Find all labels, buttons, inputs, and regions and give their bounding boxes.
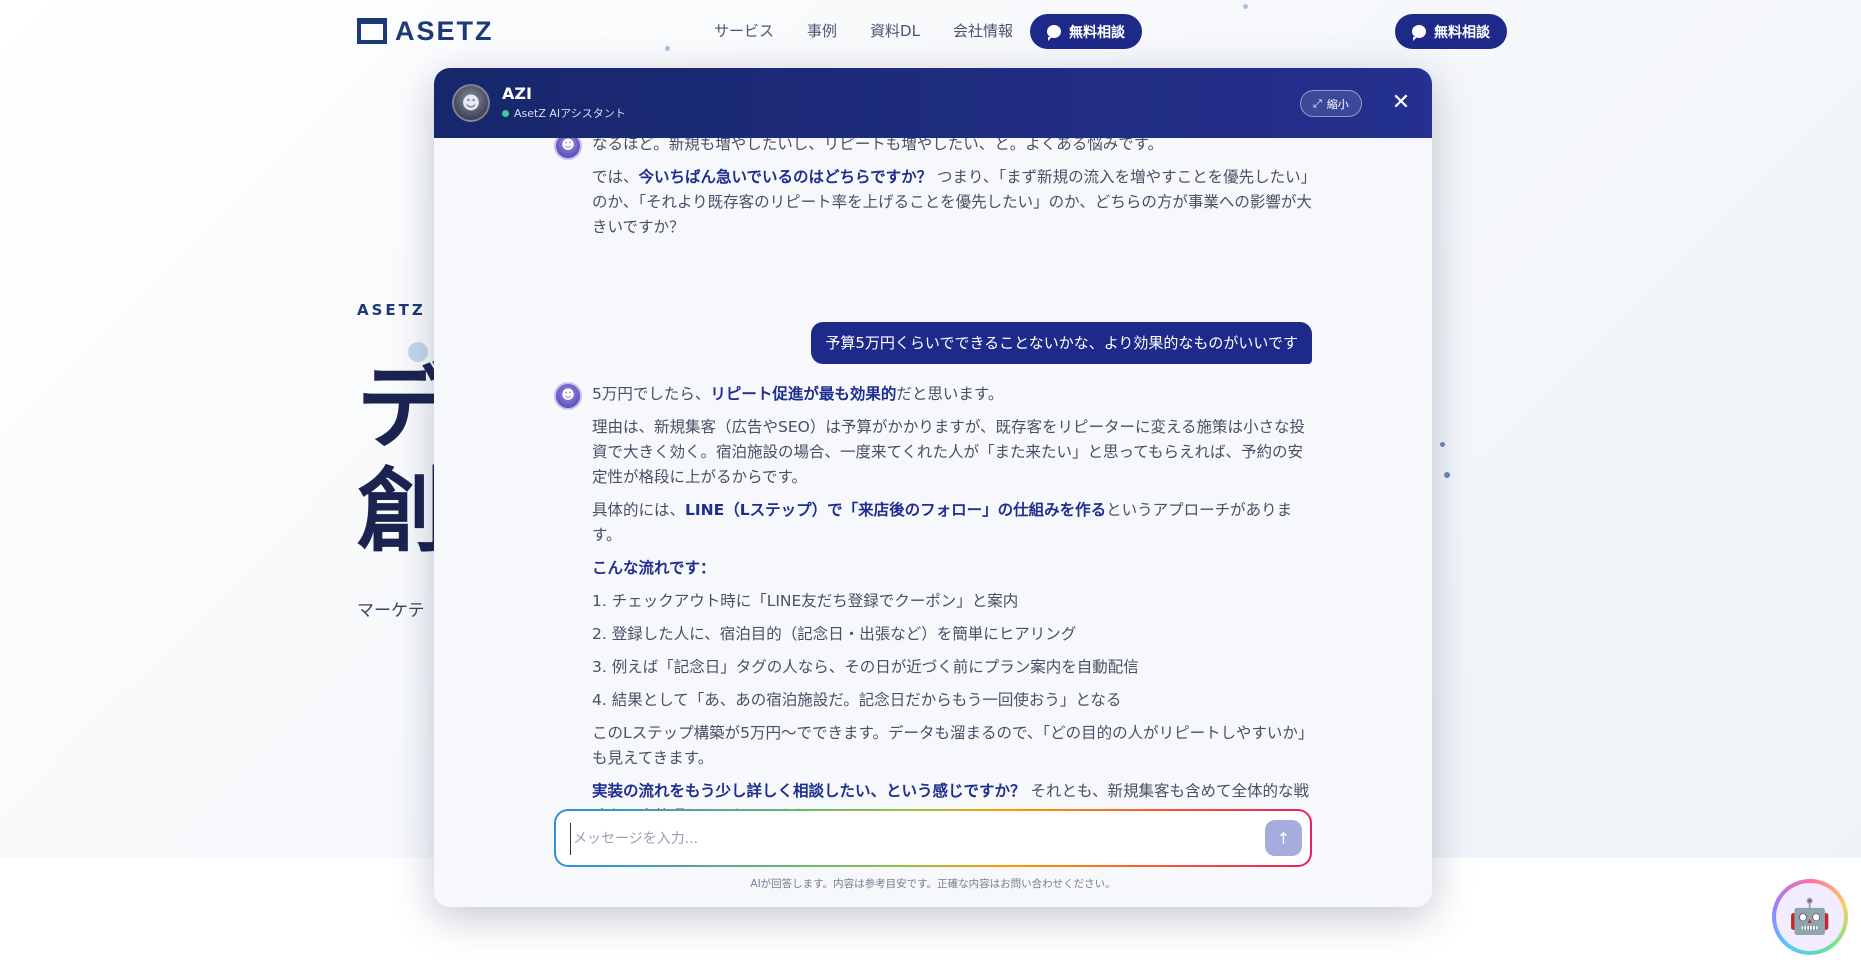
bot-message: なるほど。新規も増やしたいし、リピートも増やしたい、と。よくある悩みです。 では… [592,138,1312,248]
site-header: ASETZ サービス 事例 資料DL 会社情報 無料相談 無料相談 [0,0,1861,62]
logo-text: ASETZ [395,15,494,46]
close-button[interactable]: ✕ [1388,90,1414,116]
message-text: だと思います。 [896,385,1004,403]
nav-consult-button[interactable]: 無料相談 [1030,14,1142,49]
message-emphasis: 実装の流れをもう少し詳しく相談したい、という感じですか？ [592,782,1026,800]
user-message: 予算5万円くらいでできることないかな、より効果的なものがいいです [811,322,1312,364]
list-item: 1. チェックアウト時に「LINE友だち登録でクーポン」と案内 [592,592,1019,610]
chat-bubble-icon [1047,25,1061,41]
online-status-dot [502,109,509,117]
logo-mark-icon [357,18,387,44]
bot-status: AsetZ AIアシスタント [502,105,626,121]
message-paragraph: 5万円でしたら、リピート促進が最も効果的だと思います。 [592,382,1312,407]
message-paragraph: 理由は、新規集客（広告やSEO）は予算がかかりますが、既存客をリピーターに変える… [592,418,1306,486]
nav-consult-label: 無料相談 [1069,24,1125,41]
message-text: 5万円でしたら、 [592,385,711,403]
bot-status-label: AsetZ AIアシスタント [514,107,626,120]
shrink-label: 縮小 [1326,97,1349,111]
list-item: 2. 登録した人に、宿泊目的（記念日・出張など）を簡単にヒアリング [592,625,1077,643]
chat-bubble-icon [1412,25,1426,41]
site-logo[interactable]: ASETZ [357,16,494,46]
message-emphasis: リピート促進が最も効果的 [710,385,897,403]
expand-icon: ⤢ [1313,96,1322,110]
message-paragraph: なるほど。新規も増やしたいし、リピートも増やしたい、と。よくある悩みです。 [592,138,1164,153]
message-heading: こんな流れです： [592,559,716,577]
message-input-box: ↑ [556,811,1310,865]
message-text: 具体的には、 [592,501,686,519]
nav-item-services[interactable]: サービス [714,20,774,41]
decor-dot [1440,442,1445,447]
bot-message-avatar: ☻ [554,382,582,410]
arrow-up-icon: ↑ [1276,828,1291,848]
message-paragraph: このLステップ構築が5万円〜でできます。データも溜まるので、「どの目的の人がリピ… [592,724,1306,767]
nav-item-cases[interactable]: 事例 [807,20,837,41]
message-emphasis: LINE（Lステップ）で「来店後のフォロー」の仕組みを作る [685,501,1107,519]
message-list: ☻ なるほど。新規も増やしたいし、リピートも増やしたい、と。よくある悩みです。 … [434,138,1432,838]
robot-icon: ☻ [461,92,481,114]
ai-disclaimer: AIが回答します。内容は参考目安です。正確な内容はお問い合わせください。 [750,878,1116,890]
message-emphasis: 今いちばん急いでいるのはどちらですか？ [638,168,933,186]
close-icon: ✕ [1391,90,1411,115]
chat-header: ☻ AZI AsetZ AIアシスタント ⤢ 縮小 ✕ [434,68,1432,138]
bot-avatar: ☻ [452,84,490,122]
bot-name: AZI [502,84,532,103]
nav-item-company[interactable]: 会社情報 [953,20,1013,41]
message-input[interactable] [570,823,1235,855]
message-input-frame: ↑ [554,809,1312,867]
chat-launcher-button[interactable]: 🤖 [1772,879,1848,955]
message-paragraph: 具体的には、LINE（Lステップ）で「来店後のフォロー」の仕組みを作るというアプ… [592,498,1312,548]
robot-icon: 🤖 [1776,883,1844,951]
header-consult-label: 無料相談 [1434,24,1490,41]
chat-panel: ☻ AZI AsetZ AIアシスタント ⤢ 縮小 ✕ ☻ なるほど。新規も増や… [434,68,1432,907]
send-button[interactable]: ↑ [1265,820,1302,856]
bot-message-avatar: ☻ [554,138,582,160]
hero-subtext: マーケテ [357,601,425,621]
site-nav: サービス 事例 資料DL 会社情報 [714,20,1013,41]
header-consult-button[interactable]: 無料相談 [1395,14,1507,49]
decor-dot [1444,472,1450,478]
nav-item-downloads[interactable]: 資料DL [870,20,920,41]
shrink-button[interactable]: ⤢ 縮小 [1300,90,1362,117]
list-item: 4. 結果として「あ、あの宿泊施設だ。記念日だからもう一回使おう」となる [592,691,1122,709]
bot-message: 5万円でしたら、リピート促進が最も効果的だと思います。 理由は、新規集客（広告や… [592,382,1312,837]
message-paragraph: では、今いちばん急いでいるのはどちらですか？ つまり、「まず新規の流入を増やすこ… [592,165,1312,240]
list-item: 3. 例えば「記念日」タグの人なら、その日が近づく前にプラン案内を自動配信 [592,658,1139,676]
message-text: では、 [592,168,639,186]
